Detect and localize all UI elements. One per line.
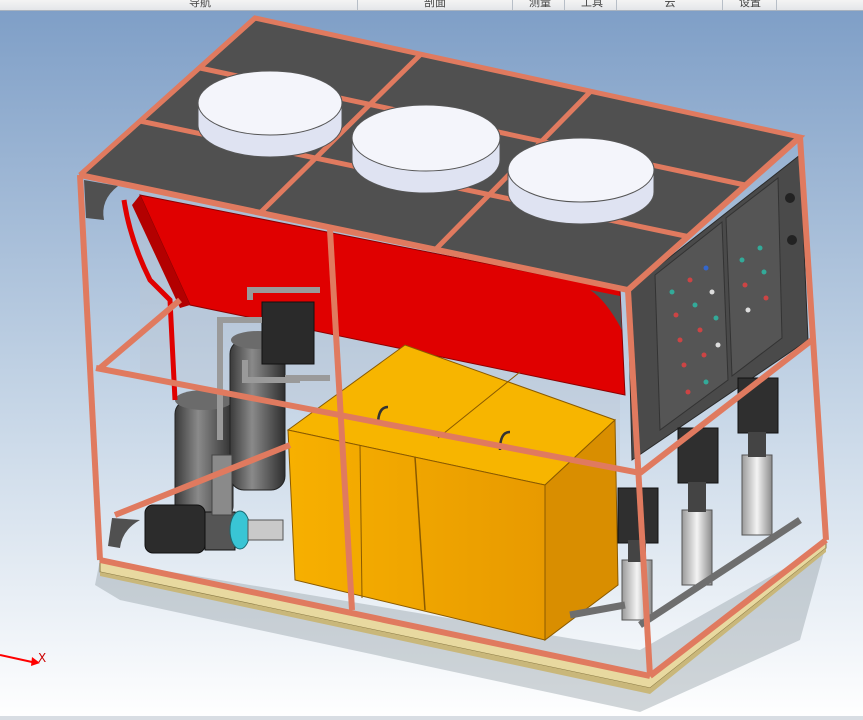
menu-divider xyxy=(616,0,617,10)
menu-bar: 导航 剖面 测量 工具 云 设置 xyxy=(0,0,863,11)
menu-divider xyxy=(512,0,513,10)
cabinet-port xyxy=(787,235,797,245)
fan-icon[interactable] xyxy=(507,137,655,225)
menu-item-navigate[interactable]: 导航 xyxy=(160,0,240,10)
cabinet-port xyxy=(785,193,795,203)
axis-label-x: X xyxy=(38,651,46,665)
menu-item-measure[interactable]: 测量 xyxy=(520,0,560,10)
plate-heat-exchanger xyxy=(261,301,315,365)
menu-item-section[interactable]: 剖面 xyxy=(395,0,475,10)
status-strip xyxy=(0,716,863,720)
fan-icon[interactable] xyxy=(351,104,501,194)
menu-item-tools[interactable]: 工具 xyxy=(572,0,612,10)
menu-divider xyxy=(722,0,723,10)
menu-divider xyxy=(564,0,565,10)
fan-icon[interactable] xyxy=(197,70,343,158)
menu-divider xyxy=(776,0,777,10)
pump-icon[interactable] xyxy=(737,377,779,536)
3d-viewport[interactable]: X xyxy=(0,11,863,720)
menu-item-cloud[interactable]: 云 xyxy=(650,0,690,10)
menu-item-settings[interactable]: 设置 xyxy=(730,0,770,10)
menu-divider xyxy=(357,0,358,10)
